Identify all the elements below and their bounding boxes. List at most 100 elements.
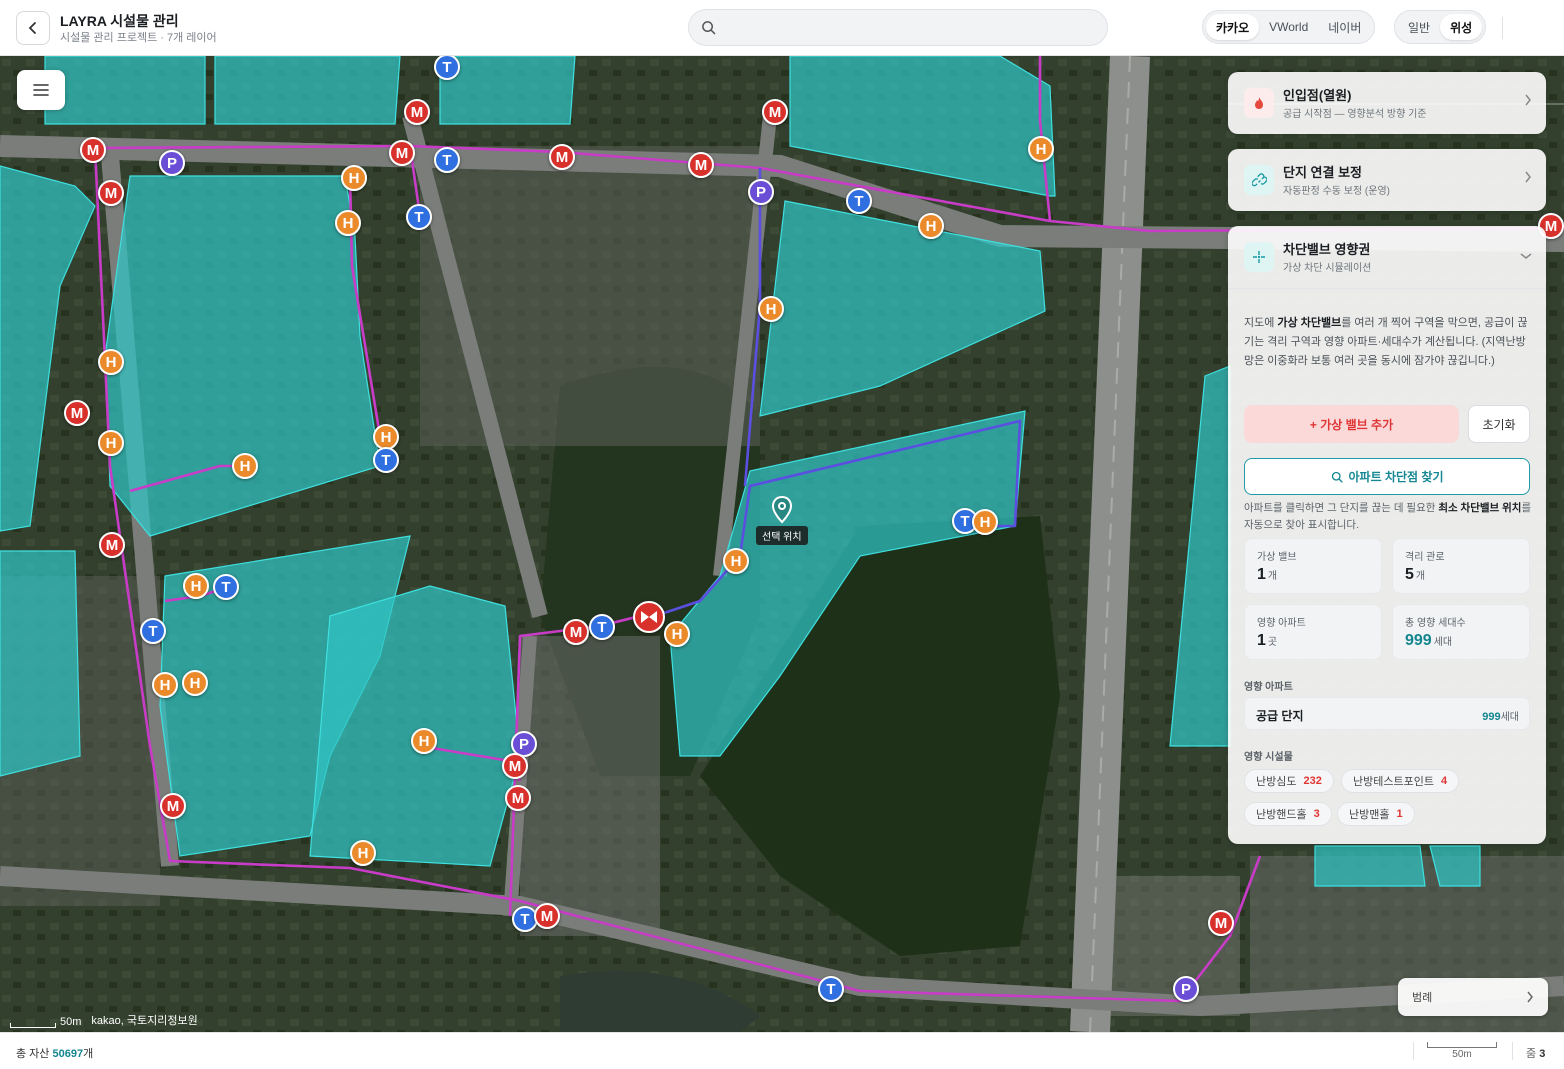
scale-label: 50m — [1452, 1049, 1472, 1060]
connection-card-header[interactable]: 단지 연결 보정 자동판정 수동 보정 (운영) — [1228, 149, 1546, 211]
facility-chip[interactable]: 난방심도 232 — [1244, 769, 1334, 793]
selected-location-label: 선택 위치 — [756, 526, 808, 545]
valve-impact-card: 차단밸브 영향권 가상 차단 시뮬레이션 지도에 가상 차단밸브를 여러 개 찍… — [1228, 226, 1546, 844]
map-type-satellite[interactable]: 위성 — [1440, 14, 1483, 40]
legend-label: 범례 — [1412, 992, 1433, 1004]
stat-total-households: 총 영향 세대수 999 세대 — [1392, 604, 1530, 660]
scale-bar — [1427, 1042, 1497, 1048]
virtual-valve-marker[interactable] — [633, 601, 665, 633]
search-input[interactable] — [725, 10, 1095, 45]
facility-marker-m[interactable]: M — [534, 903, 560, 929]
facility-marker-m[interactable]: M — [1208, 910, 1234, 936]
facility-marker-h[interactable]: H — [350, 840, 376, 866]
chevron-right-icon — [1524, 171, 1532, 186]
facility-marker-h[interactable]: H — [758, 296, 784, 322]
connection-card[interactable]: 단지 연결 보정 자동판정 수동 보정 (운영) — [1228, 149, 1546, 211]
status-scale: 50m — [1427, 1042, 1497, 1060]
valve-card-subtitle: 가상 차단 시뮬레이션 — [1283, 263, 1372, 274]
chevron-right-icon — [1524, 94, 1532, 109]
facility-chip[interactable]: 난방테스트포인트 4 — [1341, 769, 1460, 793]
provider-vworld[interactable]: VWorld — [1259, 14, 1318, 40]
facility-marker-m[interactable]: M — [80, 137, 106, 163]
facility-marker-t[interactable]: T — [406, 204, 432, 230]
facility-marker-h[interactable]: H — [152, 672, 178, 698]
facility-marker-t[interactable]: T — [589, 614, 615, 640]
find-apartment-cutoff-button[interactable]: 아파트 차단점 찾기 — [1244, 458, 1530, 495]
source-card-header[interactable]: 인입점(열원) 공급 시작점 — 영향분석 방향 기준 — [1228, 72, 1546, 134]
connection-card-subtitle: 자동판정 수동 보정 (운영) — [1283, 186, 1390, 197]
source-card-subtitle: 공급 시작점 — 영향분석 방향 기준 — [1283, 109, 1427, 120]
facility-marker-h[interactable]: H — [182, 670, 208, 696]
facility-marker-h[interactable]: H — [335, 210, 361, 236]
map-canvas[interactable]: T M M M P M T M M H H M P T T H H H H M … — [0, 56, 1564, 1032]
facility-marker-m[interactable]: M — [160, 793, 186, 819]
app-title: LAYRA 시설물 관리 — [60, 13, 179, 29]
facility-marker-p[interactable]: P — [748, 179, 774, 205]
facility-marker-h[interactable]: H — [972, 509, 998, 535]
scale-label: 50m — [60, 1016, 82, 1028]
stat-isolated-pipes: 격리 관로 5개 — [1392, 538, 1530, 594]
facility-marker-h[interactable]: H — [98, 349, 124, 375]
apartment-households: 999세대 — [1482, 711, 1519, 723]
map-type-toggle: 일반 위성 — [1394, 10, 1487, 44]
back-button[interactable] — [16, 11, 50, 45]
facility-marker-m[interactable]: M — [505, 785, 531, 811]
add-virtual-valve-button[interactable]: + 가상 밸브 추가 — [1244, 405, 1459, 443]
facility-marker-h[interactable]: H — [918, 213, 944, 239]
reset-button[interactable]: 초기화 — [1468, 405, 1530, 443]
facility-marker-t[interactable]: T — [213, 574, 239, 600]
facility-marker-t[interactable]: T — [818, 976, 844, 1002]
facility-marker-m[interactable]: M — [389, 140, 415, 166]
divider — [1228, 288, 1546, 289]
apartment-row[interactable]: 공급 단지 999세대 — [1244, 697, 1530, 730]
facility-marker-h[interactable]: H — [183, 573, 209, 599]
facility-marker-m[interactable]: M — [99, 532, 125, 558]
chevron-down-icon[interactable] — [1520, 248, 1532, 263]
connection-card-title: 단지 연결 보정 — [1283, 165, 1362, 180]
facility-marker-m[interactable]: M — [688, 152, 714, 178]
legend-button[interactable]: 범례 — [1398, 978, 1548, 1016]
facility-marker-t[interactable]: T — [434, 147, 460, 173]
facility-marker-h[interactable]: H — [98, 430, 124, 456]
provider-kakao[interactable]: 카카오 — [1206, 14, 1260, 40]
source-card-title: 인입점(열원) — [1283, 88, 1352, 103]
chevron-left-icon — [28, 22, 36, 34]
facility-marker-m[interactable]: M — [762, 99, 788, 125]
map-type-normal[interactable]: 일반 — [1398, 14, 1440, 40]
facility-marker-p[interactable]: P — [1173, 976, 1199, 1002]
scale-bar — [10, 1023, 56, 1028]
zoom-level: 줌 3 — [1526, 1048, 1546, 1060]
facility-marker-m[interactable]: M — [404, 99, 430, 125]
facility-marker-m[interactable]: M — [502, 753, 528, 779]
facility-marker-p[interactable]: P — [159, 150, 185, 176]
hamburger-menu-icon — [33, 84, 49, 96]
divider — [1413, 1042, 1414, 1060]
facility-marker-h[interactable]: H — [723, 548, 749, 574]
search-bar[interactable] — [688, 9, 1108, 46]
facility-marker-h[interactable]: H — [341, 165, 367, 191]
link-icon — [1244, 165, 1274, 195]
facility-marker-m[interactable]: M — [98, 180, 124, 206]
top-bar: LAYRA 시설물 관리 시설물 관리 프로젝트 · 7개 레이어 카카오 VW… — [0, 0, 1564, 56]
facility-marker-m[interactable]: M — [64, 400, 90, 426]
facility-chip[interactable]: 난방맨홀 1 — [1337, 802, 1415, 826]
valve-icon — [641, 611, 657, 623]
provider-naver[interactable]: 네이버 — [1318, 14, 1371, 40]
facility-chip[interactable]: 난방핸드홀 3 — [1244, 802, 1332, 826]
flame-icon — [1244, 88, 1274, 118]
source-card[interactable]: 인입점(열원) 공급 시작점 — 영향분석 방향 기준 — [1228, 72, 1546, 134]
valve-card-header[interactable]: 차단밸브 영향권 가상 차단 시뮬레이션 — [1228, 226, 1546, 288]
facility-marker-h[interactable]: H — [411, 728, 437, 754]
chevron-right-icon — [1527, 991, 1533, 1003]
facility-marker-m[interactable]: M — [549, 144, 575, 170]
app-subtitle: 시설물 관리 프로젝트 · 7개 레이어 — [60, 32, 217, 44]
facility-marker-m[interactable]: M — [563, 619, 589, 645]
stat-virtual-valves: 가상 밸브 1개 — [1244, 538, 1382, 594]
facility-marker-t[interactable]: T — [846, 188, 872, 214]
facility-marker-h[interactable]: H — [664, 621, 690, 647]
facility-marker-h[interactable]: H — [1028, 136, 1054, 162]
facility-marker-t[interactable]: T — [373, 447, 399, 473]
facility-marker-t[interactable]: T — [140, 618, 166, 644]
menu-button[interactable] — [17, 70, 65, 110]
facility-marker-h[interactable]: H — [232, 453, 258, 479]
